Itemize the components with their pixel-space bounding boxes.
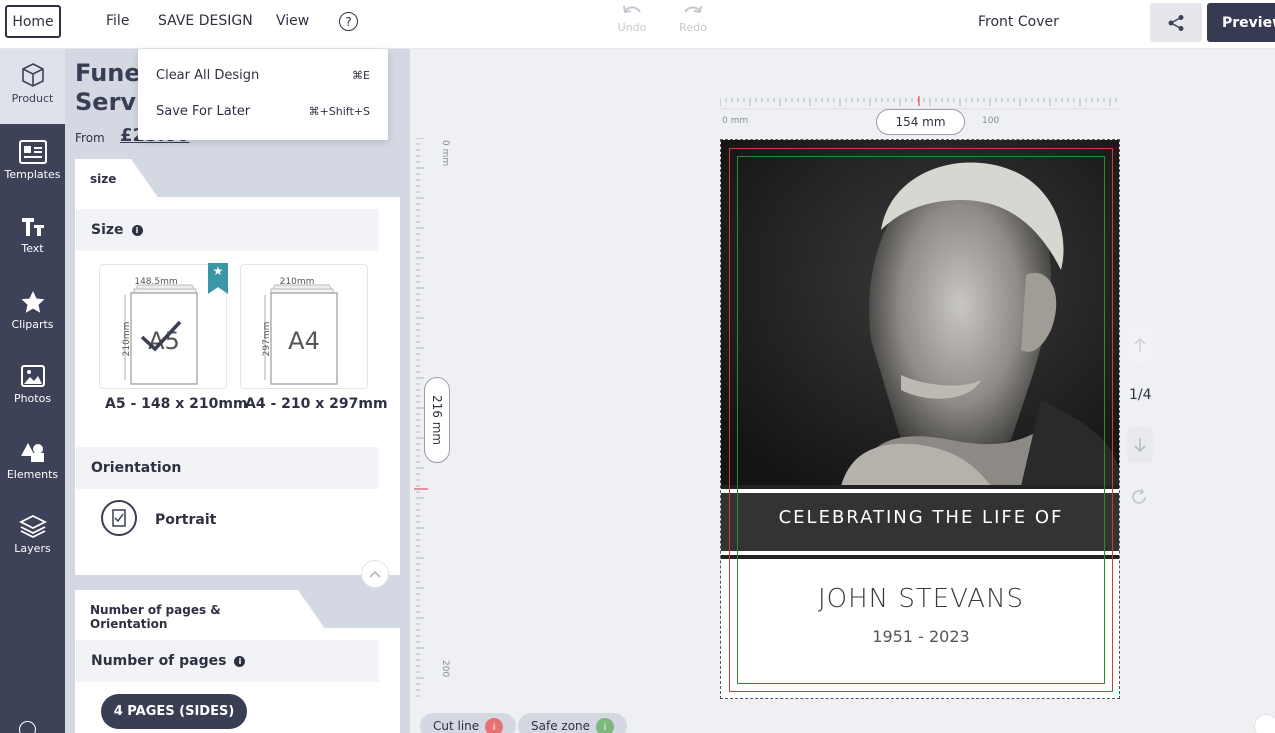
sidebar-label: Templates [4,168,61,181]
menu-item-label: Save For Later [156,104,251,119]
a5-width-label: 148.5mm [134,277,177,287]
a4-big-label: A4 [288,327,320,355]
page-up-button[interactable] [1127,327,1153,363]
sidebar-label: Text [21,242,44,255]
info-icon: i [485,718,504,733]
sidebar-label: Photos [13,392,52,405]
pages-heading-label: Number of pages [91,653,227,669]
arrow-up-icon [1134,337,1146,352]
banner-text[interactable]: CELEBRATING THE LIFE OF [721,507,1119,528]
portrait-photo[interactable] [721,140,1120,486]
preview-button[interactable]: Preview [1207,3,1275,42]
view-menu[interactable]: View [276,13,309,29]
options-panel: Funeral Service From £25.00 size Size i … [65,49,410,733]
size-option-a4[interactable]: A4 210mm 297mm [240,264,368,389]
photo-icon [20,365,45,387]
pages-selector[interactable]: 4 PAGES (SIDES) [101,694,247,729]
design-page[interactable]: CELEBRATING THE LIFE OF JOHN STEVANS 195… [720,139,1120,699]
undo-button[interactable]: Undo [612,4,652,34]
arrow-down-icon [1134,438,1146,453]
ruler-left-zero: 0 mm [440,140,450,167]
size-heading-label: Size [91,222,124,238]
menu-item-label: Clear All Design [156,68,260,83]
shortcut-label: ⌘E [352,69,370,82]
size-heading: Size i [76,209,379,251]
share-button[interactable] [1150,3,1202,42]
chevron-up-icon [369,570,381,578]
from-label: From [75,131,105,145]
sidebar-label: Elements [6,468,59,481]
save-design-dropdown: Clear All Design ⌘E Save For Later ⌘+Shi… [138,49,388,140]
templates-icon [18,140,47,164]
text-icon [21,218,44,236]
a4-height-label: 297mm [262,322,272,357]
redo-button[interactable]: Redo [673,4,713,34]
size-caption-a4: A4 - 210 x 297mm [245,396,388,412]
pages-heading: Number of pages i [76,640,379,682]
rotate-button[interactable] [1130,488,1148,510]
layers-icon [18,514,47,538]
undo-label: Undo [617,21,647,34]
redo-icon [684,5,702,14]
ruler-top-100: 100 [982,116,1000,126]
help-button[interactable]: ? [339,12,358,31]
ruler-left-200: 200 [440,660,450,678]
height-indicator: 216 mm [424,377,450,463]
width-indicator: 154 mm [876,109,965,135]
name-text[interactable]: JOHN STEVANS [721,584,1119,614]
pages-tab[interactable]: Number of pages & Orientation [75,590,326,631]
star-icon [21,291,44,313]
info-icon: i [596,718,615,733]
file-menu[interactable]: File [106,13,129,29]
cut-line-legend[interactable]: Cut line i [420,713,517,733]
years-text[interactable]: 1951 - 2023 [721,627,1119,646]
sidebar-item-text[interactable]: Text [0,216,65,255]
legend-label: Cut line [433,719,480,733]
clear-all-design-item[interactable]: Clear All Design ⌘E [156,68,370,83]
size-option-a5[interactable]: A5 148.5mm 210mm [99,264,227,389]
sidebar-item-elements[interactable]: Elements [0,440,65,481]
share-icon [1168,14,1184,31]
undo-icon [623,5,641,14]
info-icon[interactable]: i [131,224,143,236]
legend-label: Safe zone [531,719,591,733]
page-counter: 1/4 [1129,387,1152,403]
portrait-icon[interactable] [101,500,137,536]
info-icon[interactable] [19,721,36,733]
save-for-later-item[interactable]: Save For Later ⌘+Shift+S [156,104,370,119]
orientation-heading-label: Orientation [91,460,182,476]
sidebar-label: Layers [14,542,51,555]
shortcut-label: ⌘+Shift+S [308,105,370,118]
a5-height-label: 210mm [122,322,132,357]
sidebar-label: Product [11,92,54,105]
sidebar-item-product[interactable]: Product [0,62,65,105]
collapse-button[interactable] [361,560,389,588]
redo-label: Redo [679,21,707,34]
current-page-label: Front Cover [978,14,1059,30]
orientation-value[interactable]: Portrait [155,512,216,528]
sidebar-item-layers[interactable]: Layers [0,514,65,555]
info-icon[interactable]: i [234,655,246,667]
home-button[interactable]: Home [5,5,61,38]
a4-booklet-illustration: A4 210mm 297mm [262,277,338,385]
sidebar-item-cliparts[interactable]: Cliparts [0,290,65,331]
sidebar-label: Cliparts [11,318,54,331]
ruler-top-zero: 0 mm [722,116,749,126]
size-tab[interactable]: size [75,159,160,199]
refresh-icon [1132,488,1146,504]
a5-booklet-illustration: A5 148.5mm 210mm [122,277,198,385]
top-bar: Home File SAVE DESIGN View ? Undo Redo F… [0,0,1275,49]
orientation-heading: Orientation [76,447,379,489]
sidebar-item-photos[interactable]: Photos [0,364,65,405]
fullscreen-button[interactable] [1254,714,1275,733]
save-design-menu[interactable]: SAVE DESIGN [158,13,253,29]
size-caption-a5: A5 - 148 x 210mm [105,396,248,412]
a4-width-label: 210mm [280,277,315,287]
safe-zone-legend[interactable]: Safe zone i [518,713,628,733]
shapes-icon [20,443,44,462]
box-icon [21,63,44,87]
page-down-button[interactable] [1127,427,1153,463]
sidebar-item-templates[interactable]: Templates [0,140,65,181]
